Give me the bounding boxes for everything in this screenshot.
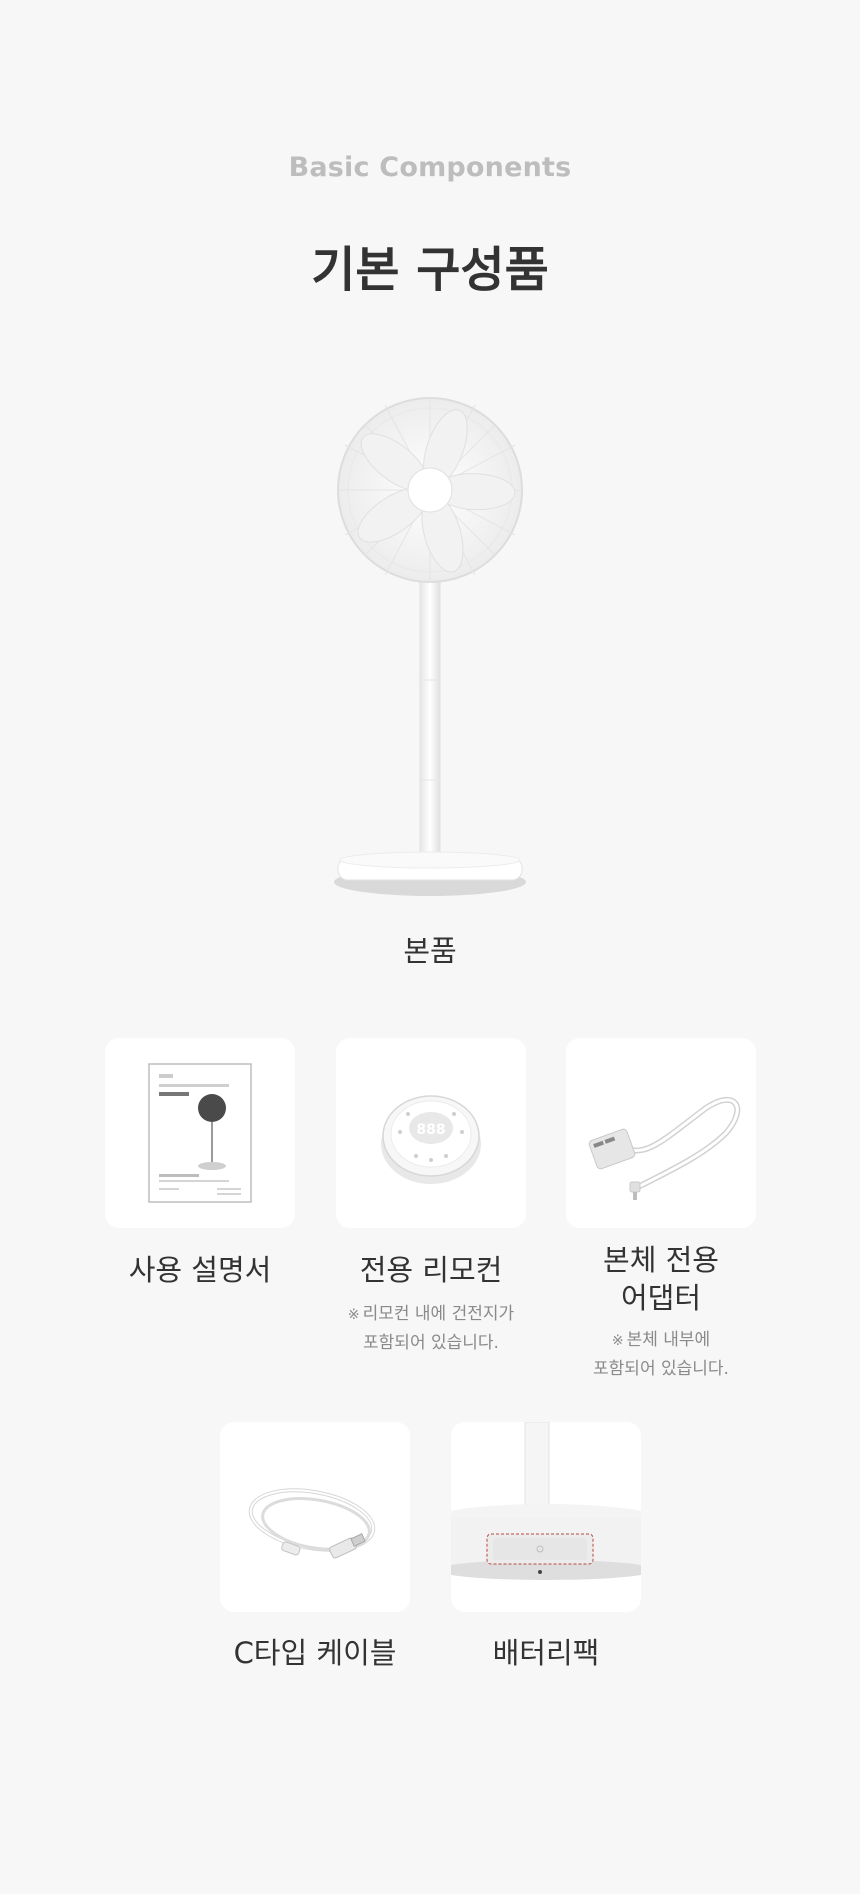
note-mark: ※	[611, 1333, 624, 1349]
adapter-label-line1: 본체 전용	[603, 1243, 719, 1277]
remote-label: 전용 리모컨	[359, 1253, 503, 1287]
page-title: 기본 구성품	[311, 242, 549, 298]
battery-pack-card	[451, 1422, 641, 1612]
adapter-label: 본체 전용 어댑터	[541, 1241, 781, 1317]
main-product-label: 본품	[403, 934, 457, 968]
adapter-icon	[588, 1096, 741, 1200]
manual-icon	[148, 1063, 252, 1203]
usb-c-cable-label: C타입 케이블	[233, 1636, 397, 1670]
adapter-note-line2: 포함되어 있습니다.	[593, 1359, 729, 1379]
note-mark: ※	[347, 1307, 360, 1323]
remote-card: 888	[336, 1038, 526, 1228]
adapter-label-line2: 어댑터	[620, 1281, 702, 1315]
remote-note-line1: 리모컨 내에 건전지가	[362, 1304, 515, 1324]
remote-note: ※ 리모컨 내에 건전지가 포함되어 있습니다.	[311, 1300, 551, 1357]
svg-text:888: 888	[416, 1122, 445, 1138]
battery-pack-label: 배터리팩	[492, 1636, 600, 1670]
usb-c-cable-icon	[248, 1488, 376, 1559]
adapter-note: ※ 본체 내부에 포함되어 있습니다.	[541, 1326, 781, 1383]
usb-c-cable-card	[220, 1422, 410, 1612]
remote-icon: 888	[381, 1095, 481, 1184]
battery-pack-icon	[451, 1422, 641, 1580]
manual-card	[105, 1038, 295, 1228]
adapter-note-line1: 본체 내부에	[626, 1330, 711, 1350]
fan-product-image	[330, 390, 530, 910]
adapter-card	[566, 1038, 756, 1228]
manual-label: 사용 설명서	[128, 1253, 272, 1287]
eyebrow-text: Basic Components	[288, 152, 572, 183]
remote-note-line2: 포함되어 있습니다.	[363, 1333, 499, 1353]
